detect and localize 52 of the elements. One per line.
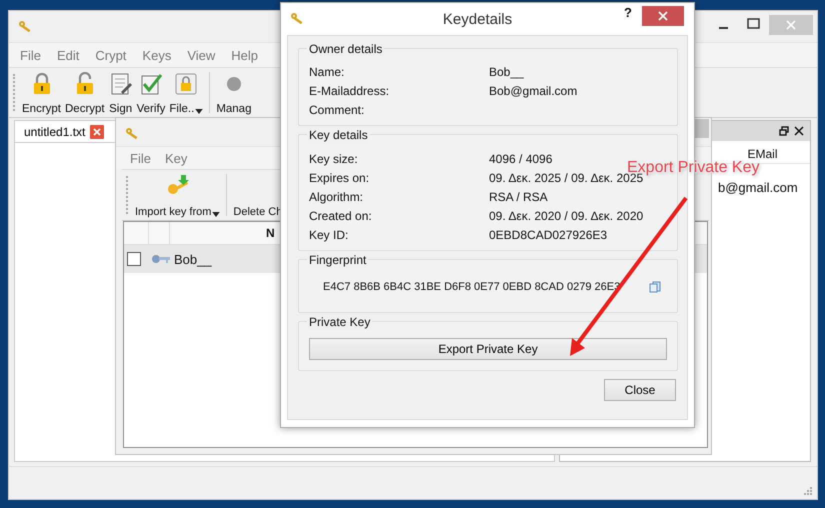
- document-tab[interactable]: untitled1.txt: [14, 120, 116, 142]
- menu-item[interactable]: Key: [164, 150, 188, 166]
- export-button[interactable]: Export Private Key: [309, 338, 667, 360]
- close-button[interactable]: Close: [604, 379, 676, 401]
- menu-item[interactable]: Crypt: [95, 48, 126, 62]
- field-value: 4096 / 4096: [489, 152, 552, 166]
- field-label: Algorithm:: [309, 190, 364, 204]
- file-padlock-icon: [174, 72, 198, 96]
- copy-icon[interactable]: [649, 281, 661, 293]
- key-name: Bob__: [174, 252, 212, 266]
- toolbar-button[interactable]: Verify: [134, 68, 168, 117]
- keys-icon: [289, 11, 305, 27]
- key-icon: [151, 253, 171, 265]
- menu-item[interactable]: View: [187, 48, 216, 62]
- window-title: Keydetails: [442, 11, 514, 28]
- document-pen-icon: [108, 72, 133, 96]
- field-label: Comment:: [309, 102, 366, 116]
- group-title: Key details: [307, 127, 370, 143]
- menu-item[interactable]: File: [20, 48, 41, 62]
- menu-item[interactable]: File: [130, 150, 151, 166]
- field-label: Name:: [309, 64, 346, 78]
- toolbar-button[interactable]: File..: [167, 68, 206, 117]
- menu-item[interactable]: Keys: [142, 48, 172, 62]
- resize-grip-icon[interactable]: [802, 485, 812, 495]
- close-icon[interactable]: [794, 126, 804, 136]
- checkmark-document-icon: [139, 72, 163, 96]
- field-label: E-Mailaddress:: [309, 84, 390, 98]
- toolbar-button[interactable]: Encrypt: [20, 68, 63, 117]
- field-value: 0EBD8CAD027926E3: [489, 228, 608, 242]
- menu-item[interactable]: Edit: [56, 48, 80, 62]
- field-label: Key ID:: [309, 228, 350, 242]
- toolbar-button[interactable]: Decrypt: [63, 68, 107, 117]
- field-label: Expires on:: [309, 170, 370, 184]
- field-value: 09. Δεκ. 2025 / 09. Δεκ. 2025: [489, 170, 644, 184]
- group-title: Fingerprint: [307, 252, 368, 268]
- keys-icon: [124, 126, 140, 142]
- group-title: Private Key: [307, 314, 372, 330]
- float-icon[interactable]: [779, 126, 789, 136]
- field-value: 09. Δεκ. 2020 / 09. Δεκ. 2020: [489, 208, 644, 222]
- field-value: Bob__: [489, 64, 524, 78]
- help-button[interactable]: ?: [620, 5, 636, 20]
- toolbar-button[interactable]: Import key from: [133, 170, 222, 220]
- field-label: Key size:: [309, 152, 359, 166]
- checkbox[interactable]: [127, 252, 141, 266]
- toolbar-button[interactable]: Sign: [106, 68, 135, 117]
- field-value: RSA / RSA: [489, 190, 548, 204]
- table-cell-text: b@gmail.com: [717, 180, 799, 195]
- menu-item[interactable]: Help: [231, 48, 258, 62]
- field-label: Created on:: [309, 208, 373, 222]
- field-value: Bob@gmail.com: [489, 84, 578, 98]
- toolbar-button[interactable]: Manag: [214, 68, 254, 117]
- keys-icon: [17, 19, 33, 35]
